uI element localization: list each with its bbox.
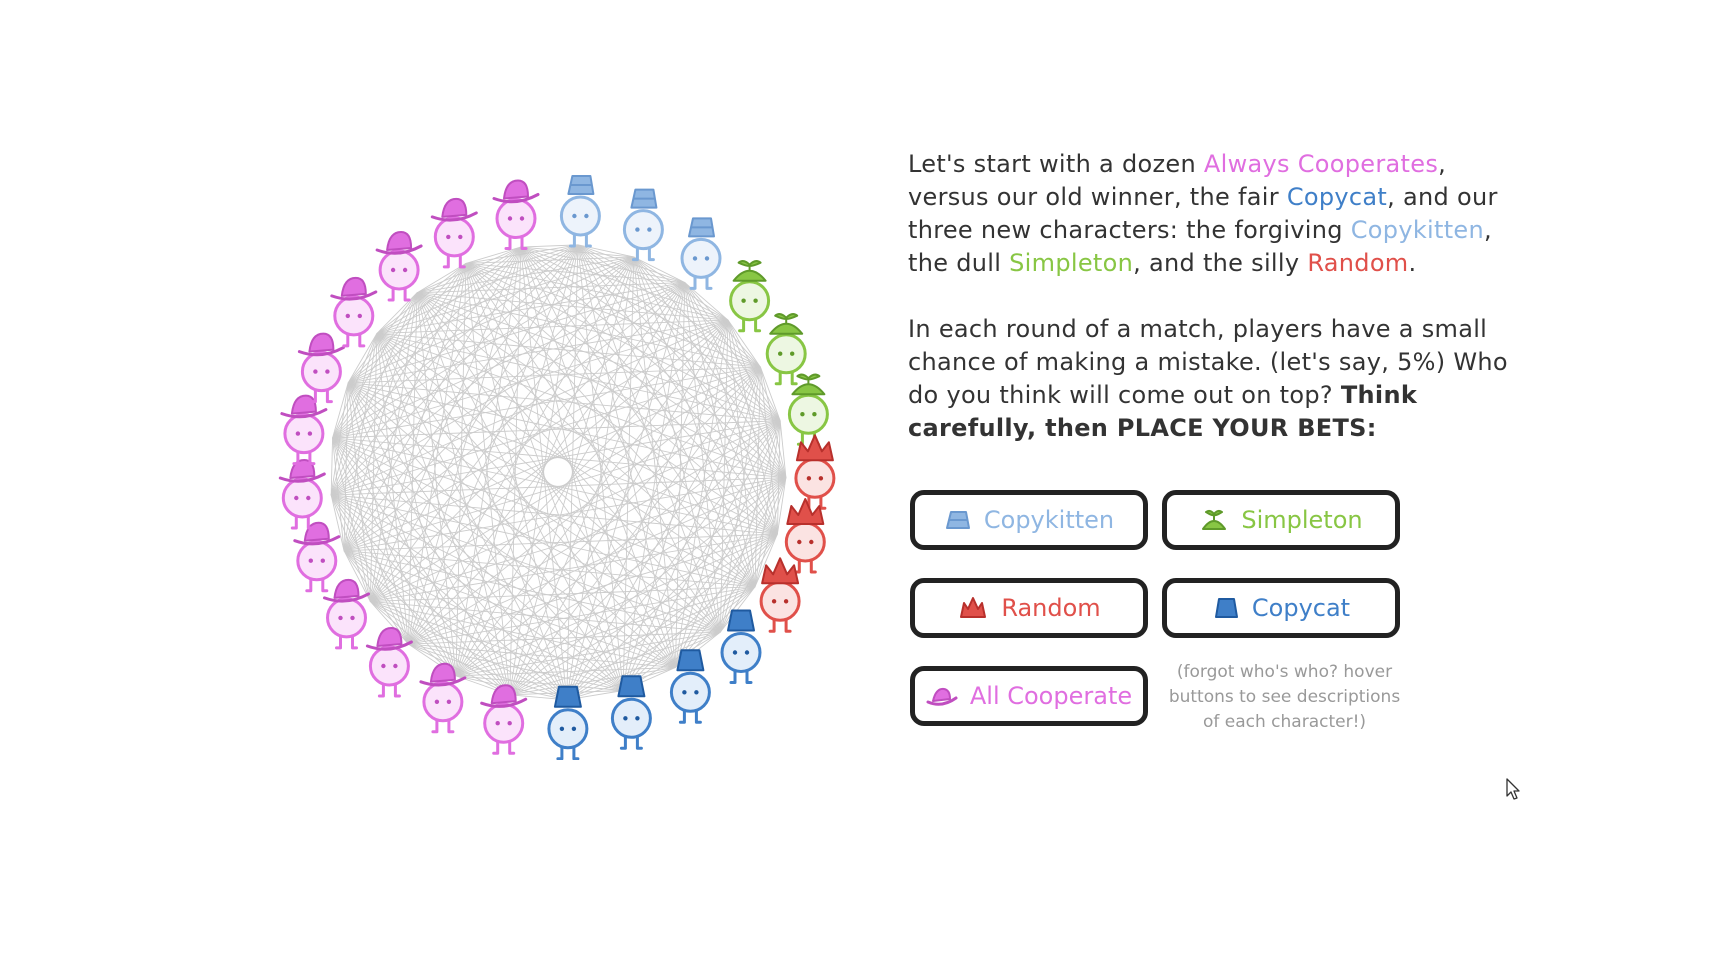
- intro-text-segment: .: [1408, 249, 1417, 277]
- intro-text: Let's start with a dozen Always Cooperat…: [908, 148, 1508, 445]
- random-bet-button[interactable]: Random: [910, 578, 1148, 638]
- match-line: [347, 382, 371, 602]
- match-line: [465, 263, 568, 700]
- propeller-cap-icon: [1199, 508, 1229, 532]
- intro-text-segment: , and the silly: [1133, 249, 1308, 277]
- match-line: [332, 437, 371, 602]
- tournament-circle: [278, 175, 836, 760]
- all-cooperate-button-label: All Cooperate: [969, 682, 1133, 710]
- mouse-cursor-icon: [1506, 778, 1520, 800]
- character-always-cooperate: [280, 394, 328, 466]
- simpleton-button-label: Simpleton: [1241, 506, 1363, 534]
- match-line: [332, 437, 568, 701]
- intro-paragraph-2: In each round of a match, players have a…: [908, 313, 1508, 445]
- simpleton-name: Simpleton: [1009, 249, 1134, 277]
- copykitten-name: Copykitten: [1350, 216, 1484, 244]
- character-copykitten: [680, 217, 722, 290]
- character-simpleton: [729, 260, 771, 333]
- match-line: [465, 263, 721, 633]
- character-always-cooperate: [278, 459, 326, 530]
- intro-text-segment: Let's start with a dozen: [908, 150, 1204, 178]
- hover-hint: (forgot who's who? hover buttons to see …: [1168, 662, 1401, 732]
- character-ring: [278, 175, 836, 760]
- character-always-cooperate: [323, 578, 370, 650]
- pink-cowboy-hat-icon: [926, 684, 958, 708]
- match-line: [332, 437, 511, 696]
- copycat-name: Copycat: [1286, 183, 1388, 211]
- character-always-cooperate: [293, 521, 341, 593]
- always-cooperates-name: Always Cooperates: [1203, 150, 1439, 178]
- copykitten-button-label: Copykitten: [983, 506, 1115, 534]
- character-always-cooperate: [330, 276, 378, 348]
- match-line: [331, 366, 761, 496]
- character-always-cooperate: [492, 179, 540, 250]
- character-always-cooperate: [375, 231, 423, 302]
- random-button-label: Random: [1001, 594, 1101, 622]
- character-random: [784, 498, 826, 574]
- jester-hat-icon: [957, 596, 989, 620]
- copykitten-bet-button[interactable]: Copykitten: [910, 490, 1148, 550]
- simpleton-bet-button[interactable]: Simpleton: [1162, 490, 1400, 550]
- character-random: [759, 557, 801, 633]
- character-random: [794, 434, 836, 510]
- intro-paragraph-1: Let's start with a dozen Always Cooperat…: [908, 148, 1508, 280]
- match-line: [369, 263, 467, 602]
- character-copykitten: [622, 188, 664, 262]
- match-line: [370, 282, 686, 602]
- match-line: [330, 494, 345, 551]
- all-cooperate-bet-button[interactable]: All Cooperate: [910, 666, 1148, 726]
- character-simpleton: [765, 313, 807, 386]
- blue-fez-icon: [1212, 596, 1240, 620]
- copycat-bet-button[interactable]: Copycat: [1162, 578, 1400, 638]
- match-line: [416, 246, 521, 294]
- match-line: [566, 256, 635, 700]
- character-copycat: [720, 609, 762, 684]
- intro-text-segment: In each round of a match, players have a…: [908, 315, 1508, 409]
- random-name: Random: [1307, 249, 1409, 277]
- character-always-cooperate: [297, 332, 345, 404]
- match-line: [684, 282, 778, 535]
- copycat-button-label: Copycat: [1251, 594, 1351, 622]
- light-blue-bucket-hat-icon: [944, 508, 972, 532]
- character-copykitten: [559, 175, 601, 248]
- character-always-cooperate: [430, 197, 478, 269]
- match-line: [408, 586, 756, 645]
